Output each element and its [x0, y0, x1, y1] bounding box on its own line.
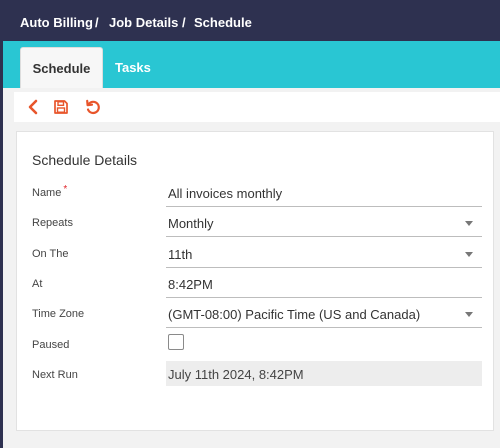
- at-time-field[interactable]: 8:42PM: [166, 270, 482, 298]
- chevron-down-icon[interactable]: [465, 312, 473, 317]
- floppy-disk-icon[interactable]: [52, 98, 70, 116]
- on-the-label: On The: [32, 248, 69, 260]
- time-zone-label: Time Zone: [32, 308, 85, 320]
- repeats-select[interactable]: Monthly: [166, 209, 482, 237]
- name-field[interactable]: All invoices monthly: [166, 179, 482, 207]
- next-run-label: Next Run: [32, 369, 78, 381]
- breadcrumb: Auto Billing / Job Details / Schedule: [3, 0, 500, 41]
- chevron-down-icon[interactable]: [465, 252, 473, 257]
- tab-schedule[interactable]: Schedule: [20, 47, 103, 88]
- paused-row: Paused: [17, 331, 495, 362]
- app-frame: Auto Billing / Job Details / Schedule Sc…: [3, 0, 500, 448]
- schedule-details-card: Schedule Details Name * All invoices mont…: [16, 131, 494, 431]
- on-the-select[interactable]: 11th: [166, 240, 482, 268]
- paused-checkbox[interactable]: [168, 334, 184, 350]
- name-row: Name * All invoices monthly: [17, 179, 495, 210]
- time-zone-value: (GMT-08:00) Pacific Time (US and Canada): [168, 307, 421, 322]
- chevron-down-icon[interactable]: [465, 221, 473, 226]
- time-zone-select[interactable]: (GMT-08:00) Pacific Time (US and Canada): [166, 300, 482, 328]
- time-zone-row: Time Zone (GMT-08:00) Pacific Time (US a…: [17, 300, 495, 331]
- tab-tasks[interactable]: Tasks: [115, 60, 151, 75]
- breadcrumb-job-details[interactable]: Job Details: [109, 15, 178, 30]
- on-the-value: 11th: [168, 247, 193, 262]
- card-title: Schedule Details: [32, 152, 138, 168]
- chevron-left-icon[interactable]: [24, 98, 42, 116]
- toolbar: [14, 92, 500, 122]
- breadcrumb-schedule: Schedule: [194, 15, 252, 30]
- repeats-value: Monthly: [168, 216, 214, 231]
- paused-label: Paused: [32, 339, 70, 351]
- tab-bar: Schedule Tasks: [3, 41, 500, 88]
- repeats-label: Repeats: [32, 217, 73, 229]
- repeats-row: Repeats Monthly: [17, 209, 495, 240]
- at-label: At: [32, 278, 43, 290]
- breadcrumb-separator: /: [182, 15, 186, 30]
- next-run-value: July 11th 2024, 8:42PM: [166, 361, 482, 386]
- on-the-row: On The 11th: [17, 240, 495, 271]
- next-run-row: Next Run July 11th 2024, 8:42PM: [17, 361, 495, 392]
- required-asterisk: *: [63, 184, 68, 195]
- at-row: At 8:42PM: [17, 270, 495, 301]
- breadcrumb-auto-billing[interactable]: Auto Billing: [20, 15, 93, 30]
- refresh-icon[interactable]: [84, 98, 102, 116]
- name-label: Name *: [32, 184, 68, 199]
- breadcrumb-separator: /: [95, 15, 99, 30]
